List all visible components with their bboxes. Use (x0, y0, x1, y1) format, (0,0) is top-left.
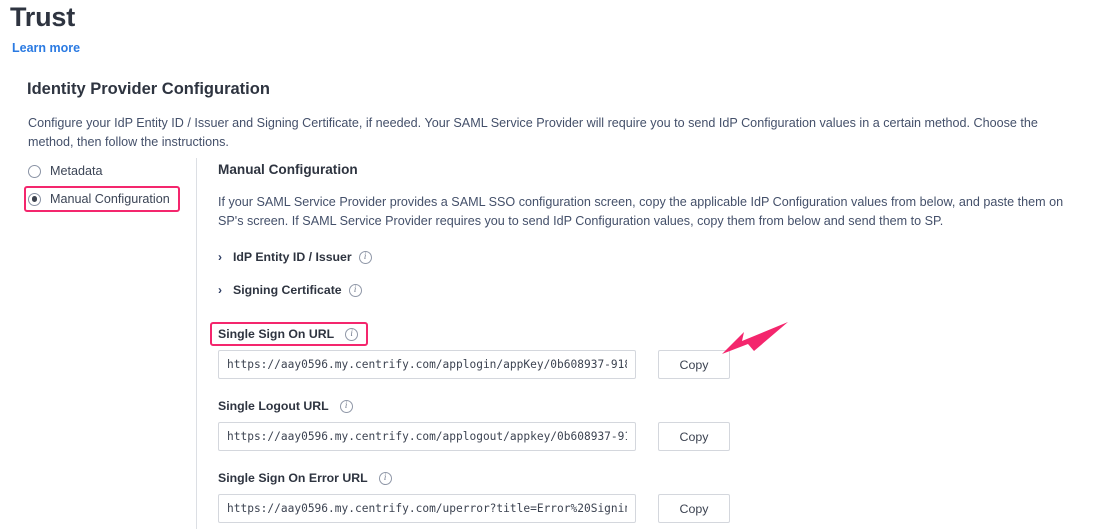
configuration-method-radio-group: Metadata Manual Configuration (24, 160, 188, 216)
collapsible-idp-entity-id[interactable]: › IdP Entity ID / Issuer i (218, 247, 388, 267)
section-description: Configure your IdP Entity ID / Issuer an… (28, 116, 1038, 149)
info-icon[interactable]: i (358, 250, 372, 264)
radio-label-metadata: Metadata (50, 164, 103, 178)
collapsible-label-idp-entity-id: IdP Entity ID / Issuer (233, 250, 352, 264)
single-sign-on-error-url-input[interactable] (218, 494, 636, 523)
field-label-single-sign-on-error-url: Single Sign On Error URL (218, 471, 368, 485)
vertical-divider (196, 158, 197, 529)
copy-button-single-sign-on-url[interactable]: Copy (658, 350, 730, 379)
field-label-single-sign-on-url: Single Sign On URL (218, 327, 335, 341)
info-icon[interactable]: i (378, 471, 392, 485)
collapsible-label-signing-certificate: Signing Certificate (233, 283, 342, 297)
page-title: Trust (10, 2, 76, 32)
info-icon-glyph: i (353, 284, 357, 294)
field-group-single-logout-url: Single Logout URL i Copy (218, 397, 1088, 451)
chevron-right-icon[interactable]: › (218, 284, 222, 296)
field-label-row-single-logout-url: Single Logout URL i (218, 397, 353, 415)
field-label-row-single-sign-on-url: Single Sign On URL i (210, 322, 369, 346)
info-icon[interactable]: i (348, 283, 362, 297)
collapsible-signing-certificate[interactable]: › Signing Certificate i (218, 280, 388, 300)
section-title: Identity Provider Configuration (27, 80, 270, 98)
field-row-single-logout-url: Copy (218, 422, 1088, 451)
chevron-right-icon[interactable]: › (218, 251, 222, 263)
manual-configuration-panel: Manual Configuration If your SAML Servic… (210, 162, 1088, 523)
field-row-single-sign-on-url: Copy (218, 350, 1088, 379)
copy-button-single-logout-url[interactable]: Copy (658, 422, 730, 451)
panel-description: If your SAML Service Provider provides a… (218, 195, 1064, 228)
info-icon-glyph: i (383, 472, 387, 482)
field-label-single-logout-url: Single Logout URL (218, 399, 329, 413)
field-group-single-sign-on-url: Single Sign On URL i Copy (210, 322, 1088, 379)
copy-button-single-sign-on-error-url[interactable]: Copy (658, 494, 730, 523)
single-logout-url-input[interactable] (218, 422, 636, 451)
radio-option-manual-configuration[interactable]: Manual Configuration (24, 186, 180, 212)
info-icon[interactable]: i (339, 399, 353, 413)
learn-more-link[interactable]: Learn more (12, 41, 80, 55)
field-label-row-single-sign-on-error-url: Single Sign On Error URL i (218, 469, 392, 487)
info-icon-glyph: i (344, 400, 348, 410)
radio-icon-unchecked[interactable] (28, 164, 41, 178)
single-sign-on-url-input[interactable] (218, 350, 636, 379)
radio-option-metadata[interactable]: Metadata (28, 160, 188, 182)
info-icon-glyph: i (363, 251, 367, 261)
panel-title: Manual Configuration (218, 162, 358, 177)
info-icon[interactable]: i (345, 327, 359, 341)
radio-icon-checked[interactable] (28, 192, 41, 206)
info-icon-glyph: i (350, 328, 353, 338)
field-group-single-sign-on-error-url: Single Sign On Error URL i Copy (218, 469, 1088, 523)
field-row-single-sign-on-error-url: Copy (218, 494, 1088, 523)
radio-label-manual-configuration: Manual Configuration (50, 192, 170, 206)
